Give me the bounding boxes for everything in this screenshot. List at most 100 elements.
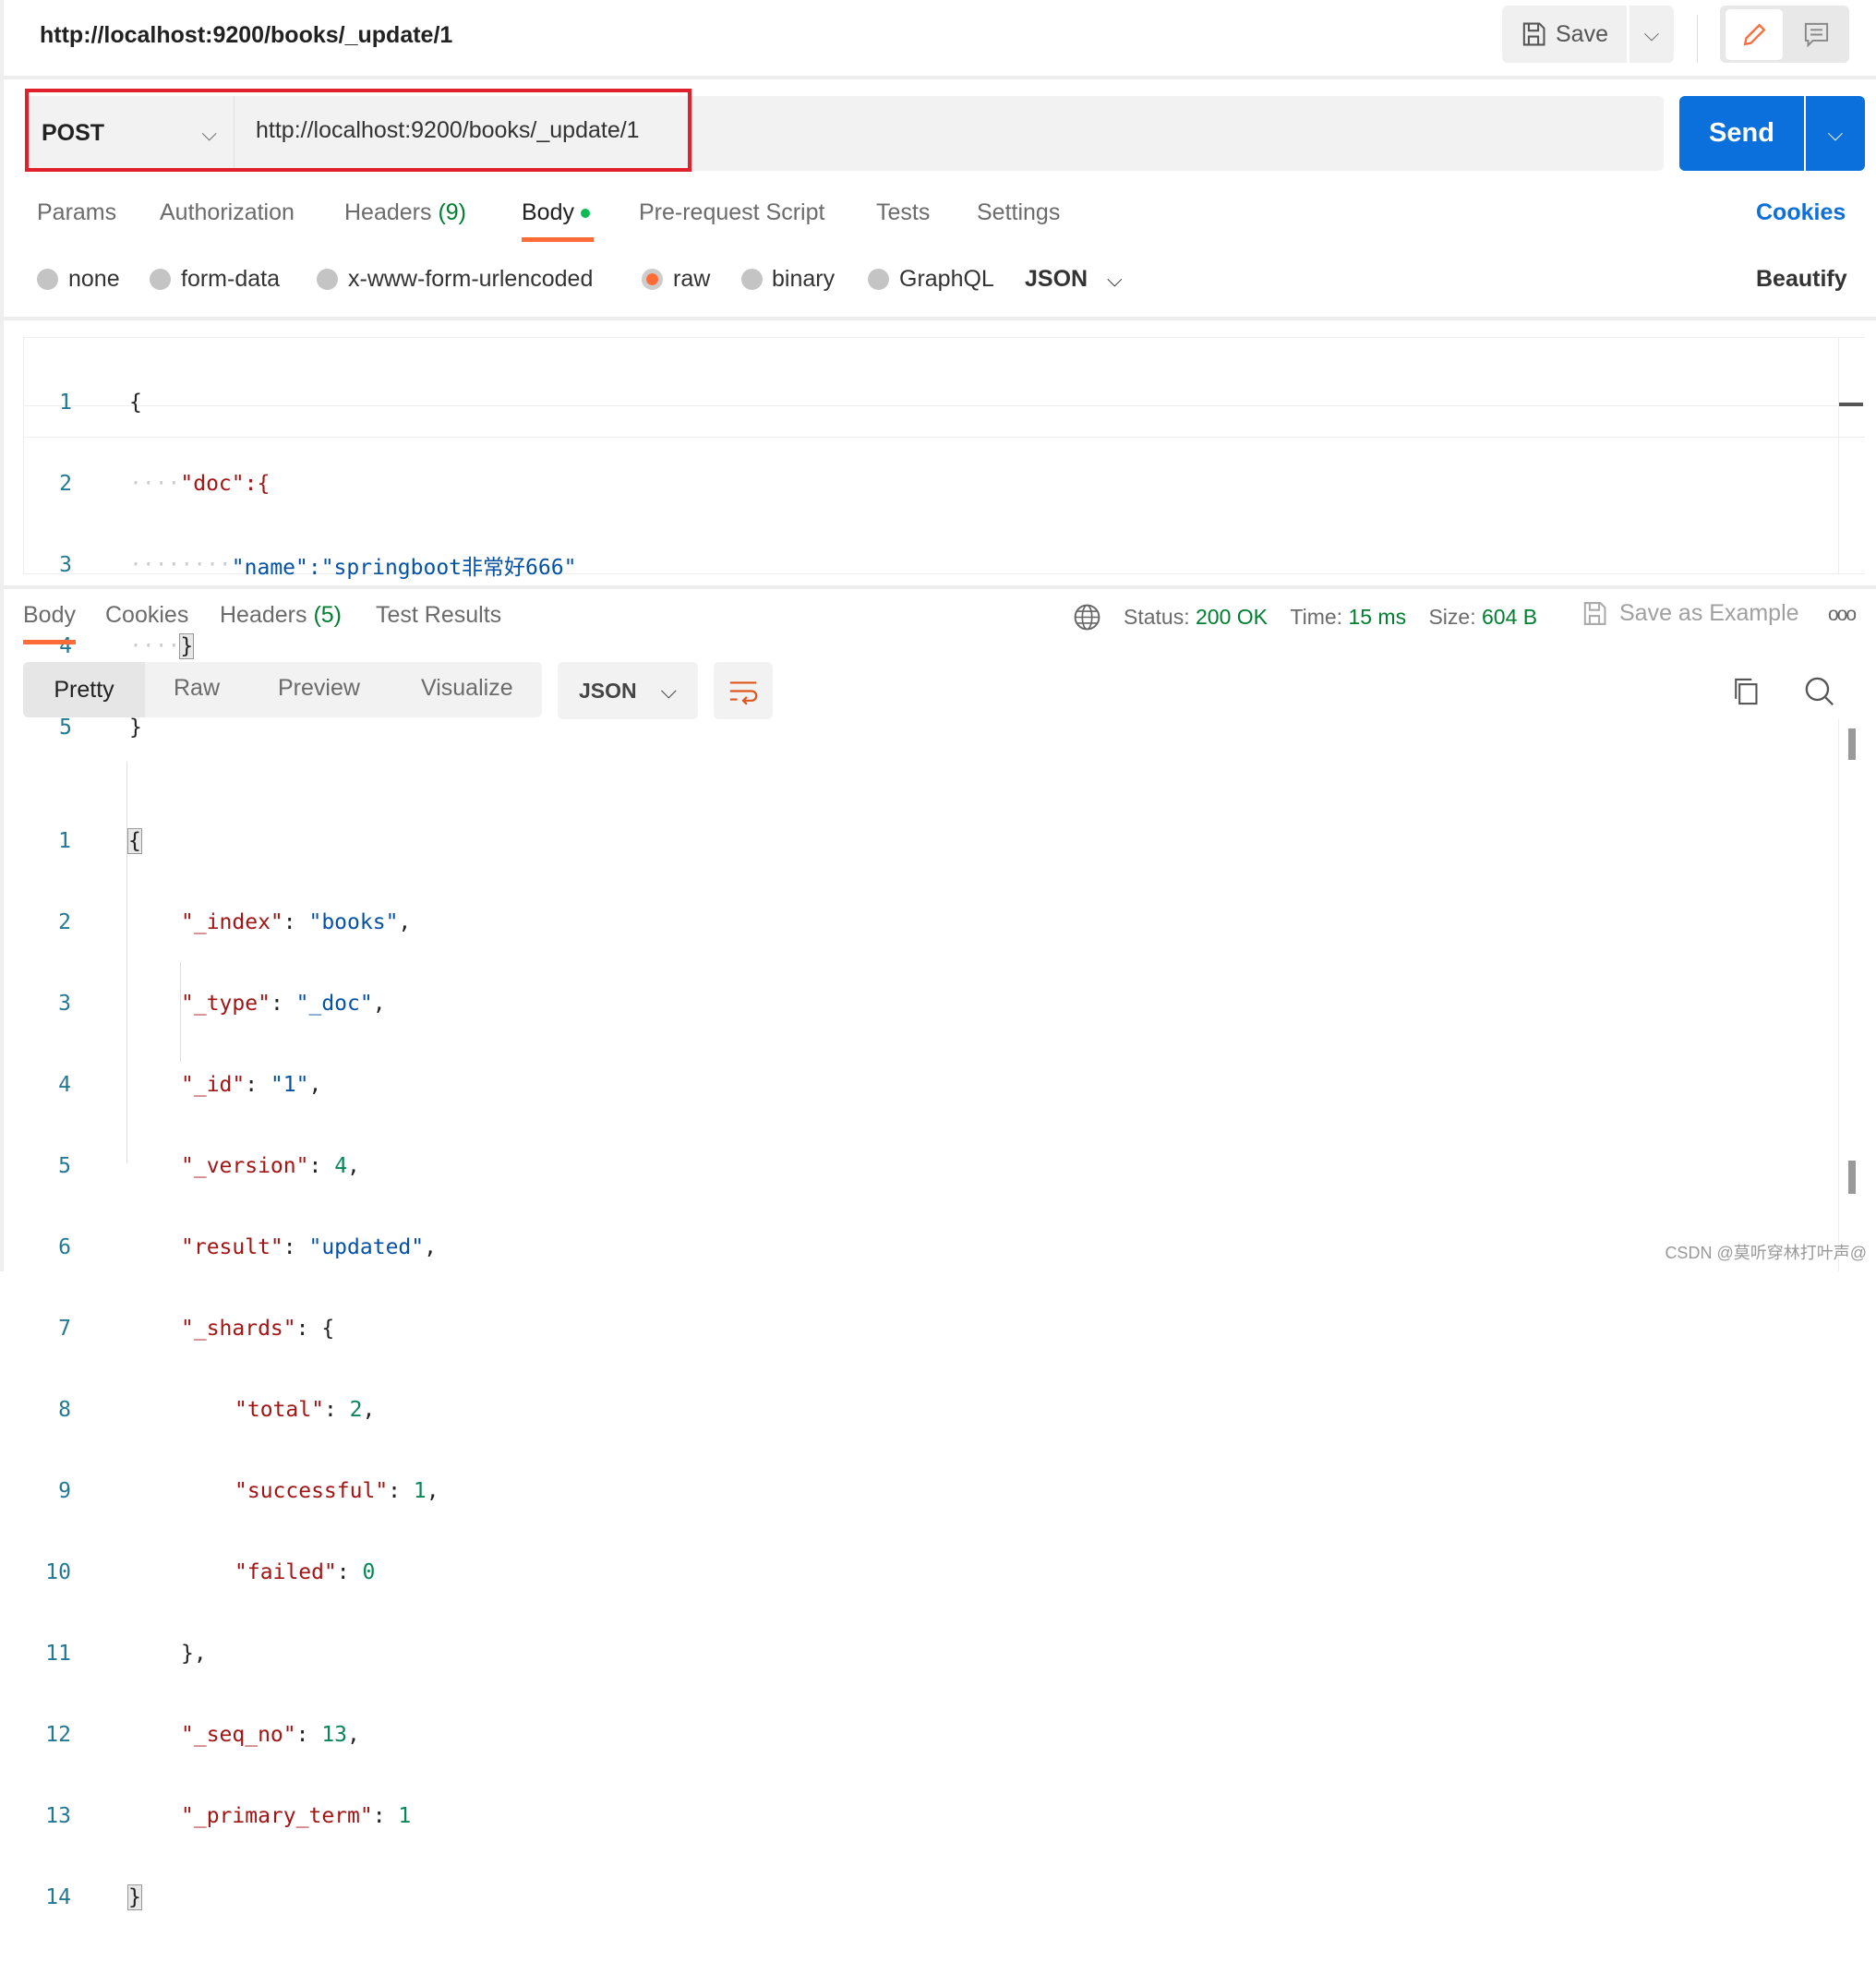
code-line: "name":"springboot非常好666" <box>231 556 577 580</box>
tab-label: Headers <box>344 199 439 225</box>
tab-authorization[interactable]: Authorization <box>160 199 295 226</box>
tab-settings[interactable]: Settings <box>977 199 1060 226</box>
tab-pre-request-script[interactable]: Pre-request Script <box>639 199 824 226</box>
code-line: "_type": "_doc", <box>181 992 386 1016</box>
code-line: "_primary_term": 1 <box>181 1804 412 1828</box>
code-line: } <box>179 633 195 659</box>
request-title: http://localhost:9200/books/_update/1 <box>40 22 453 48</box>
highlight-box <box>25 89 691 172</box>
status-label: Status: <box>1124 605 1190 629</box>
radio-binary[interactable] <box>741 269 763 290</box>
comment-icon <box>1804 22 1829 48</box>
tab-label: Headers <box>220 602 314 628</box>
code-line: "_version": 4, <box>181 1154 360 1178</box>
radio-x-www-form-urlencoded[interactable] <box>317 269 338 290</box>
radio-graphql[interactable] <box>868 269 889 290</box>
save-icon <box>1583 602 1606 625</box>
status-value[interactable]: 200 OK <box>1196 605 1268 629</box>
size-value[interactable]: 604 B <box>1482 605 1537 629</box>
line-number: 2 <box>59 472 72 496</box>
headers-count: (5) <box>313 602 343 628</box>
line-number: 9 <box>58 1479 71 1503</box>
divider <box>4 585 1876 589</box>
active-tab-indicator <box>23 640 76 644</box>
send-dropdown-button[interactable]: ⌵ <box>1806 96 1865 171</box>
divider <box>1697 15 1698 63</box>
view-preview[interactable]: Preview <box>278 675 360 702</box>
save-dropdown-button[interactable]: ⌵ <box>1629 6 1674 63</box>
code-line: "_id": "1", <box>181 1073 322 1097</box>
view-raw[interactable]: Raw <box>174 675 220 702</box>
body-format-dropdown[interactable]: JSON ⌵ <box>1025 266 1123 293</box>
radio-form-data[interactable] <box>150 269 171 290</box>
code-line: "_index": "books", <box>181 910 412 934</box>
chevron-down-icon: ⌵ <box>1643 22 1660 45</box>
active-tab-indicator <box>522 237 594 242</box>
code-line: "failed": 0 <box>234 1560 376 1584</box>
line-number: 7 <box>58 1317 71 1341</box>
cookies-link[interactable]: Cookies <box>1756 199 1846 226</box>
tab-label: Body <box>522 199 574 225</box>
radio-label: form-data <box>181 266 280 292</box>
line-number: 1 <box>59 391 72 415</box>
tab-headers[interactable]: Headers (9) <box>344 199 466 226</box>
radio-label: binary <box>772 266 836 292</box>
postman-window: http://localhost:9200/books/_update/1 Sa… <box>0 0 1876 1910</box>
format-value: JSON <box>579 678 637 703</box>
code-line: "total": 2, <box>234 1398 376 1422</box>
send-button[interactable]: Send <box>1679 96 1804 171</box>
comments-button[interactable] <box>1790 9 1843 60</box>
radio-label: none <box>68 266 120 292</box>
more-options-icon[interactable]: ooo <box>1828 604 1857 626</box>
modified-dot-icon <box>580 209 590 219</box>
scrollbar-marker[interactable] <box>1848 1161 1856 1194</box>
wrap-icon <box>729 680 758 704</box>
globe-icon[interactable] <box>1073 603 1101 636</box>
response-format-dropdown[interactable]: JSON ⌵ <box>558 662 698 719</box>
tab-body[interactable]: Body <box>522 199 590 226</box>
search-icon[interactable] <box>1803 675 1836 713</box>
response-tab-test-results[interactable]: Test Results <box>376 602 501 629</box>
wrap-lines-button[interactable] <box>714 662 773 719</box>
line-number: 14 <box>45 1885 71 1909</box>
scrollbar-marker[interactable] <box>1848 728 1856 760</box>
response-tab-cookies[interactable]: Cookies <box>105 602 188 629</box>
radio-label: GraphQL <box>899 266 994 292</box>
line-number: 6 <box>58 1235 71 1259</box>
response-tab-headers[interactable]: Headers (5) <box>220 602 342 629</box>
time-value[interactable]: 15 ms <box>1348 605 1406 629</box>
format-value: JSON <box>1025 266 1088 292</box>
line-number: 11 <box>45 1642 71 1666</box>
pencil-icon <box>1743 23 1765 46</box>
beautify-link[interactable]: Beautify <box>1756 266 1847 293</box>
size-label: Size: <box>1428 605 1476 629</box>
time-label: Time: <box>1290 605 1343 629</box>
line-number: 1 <box>58 829 71 853</box>
tab-params[interactable]: Params <box>37 199 116 226</box>
edit-button[interactable] <box>1726 9 1783 60</box>
code-line: }, <box>181 1642 207 1666</box>
radio-raw[interactable] <box>642 269 663 290</box>
divider <box>1838 719 1839 1271</box>
response-tab-body[interactable]: Body <box>23 602 76 629</box>
radio-none[interactable] <box>37 269 58 290</box>
response-body-viewer[interactable]: 1{ 2 "_index": "books", 3 "_type": "_doc",… <box>23 728 439 1962</box>
view-visualize[interactable]: Visualize <box>421 675 513 702</box>
watermark: CSDN @莫听穿林打叶声@ <box>1665 1244 1867 1262</box>
line-number: 3 <box>58 992 71 1016</box>
code-line: "_shards": { <box>181 1317 335 1341</box>
scrollbar[interactable] <box>1839 403 1863 406</box>
code-line: { <box>129 391 142 415</box>
tab-tests[interactable]: Tests <box>876 199 930 226</box>
headers-count: (9) <box>438 199 467 225</box>
save-label: Save <box>1556 20 1608 47</box>
code-line: "doc":{ <box>180 472 271 496</box>
request-body-editor[interactable]: 1{ 2 ···· "doc":{ 3 ········ "name":"springb… <box>23 337 1865 740</box>
save-button[interactable]: Save <box>1502 6 1627 63</box>
line-number: 4 <box>58 1073 71 1097</box>
line-number: 5 <box>58 1154 71 1178</box>
view-pretty[interactable]: Pretty <box>23 662 145 717</box>
save-as-example-button[interactable]: Save as Example <box>1581 599 1799 628</box>
copy-icon[interactable] <box>1731 676 1762 712</box>
radio-label: x-www-form-urlencoded <box>348 266 594 292</box>
